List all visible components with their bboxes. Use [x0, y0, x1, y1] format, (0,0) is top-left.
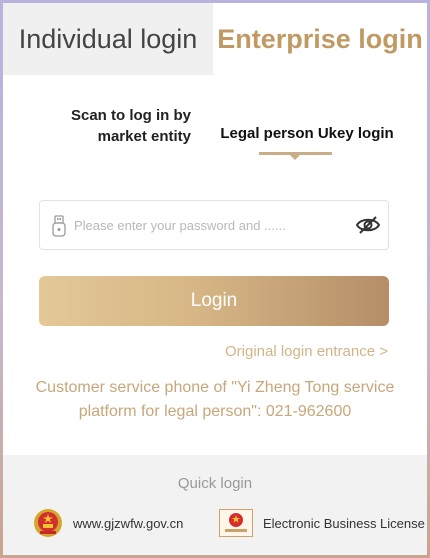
- quick-login-gov-portal[interactable]: www.gjzwfw.gov.cn: [33, 507, 183, 539]
- usb-key-icon: [52, 215, 66, 237]
- business-license-icon: [219, 509, 253, 537]
- quick-login-title: Quick login: [177, 475, 253, 492]
- quick-login-electronic-license[interactable]: Electronic Business License: [219, 507, 425, 539]
- customer-service-phone: Customer service phone of "Yi Zheng Tong…: [35, 379, 395, 420]
- original-login-entrance-link[interactable]: Original login entrance >: [225, 343, 388, 360]
- sub-tab-ukey-login[interactable]: Legal person Ukey login: [217, 125, 397, 142]
- active-sub-tab-caret: [290, 155, 300, 160]
- login-type-tabs: Individual login Enterprise login: [3, 3, 427, 75]
- sub-tab-scan-login[interactable]: Scan to log in by market entity: [41, 105, 191, 147]
- electronic-license-label: Electronic Business License: [263, 515, 425, 531]
- national-emblem-icon: [34, 509, 62, 537]
- login-panel: Individual login Enterprise login Scan t…: [3, 3, 427, 555]
- hide-password-eye-icon[interactable]: [355, 214, 381, 236]
- tab-individual-login[interactable]: Individual login: [3, 3, 213, 75]
- password-field: [39, 200, 389, 250]
- quick-login-section: Quick login www.gjzwfw.gov.cn Electronic…: [3, 455, 427, 555]
- password-input[interactable]: [74, 209, 344, 241]
- gov-portal-label: www.gjzwfw.gov.cn: [73, 515, 184, 531]
- login-button[interactable]: Login: [39, 276, 389, 326]
- tab-enterprise-login[interactable]: Enterprise login: [213, 3, 427, 75]
